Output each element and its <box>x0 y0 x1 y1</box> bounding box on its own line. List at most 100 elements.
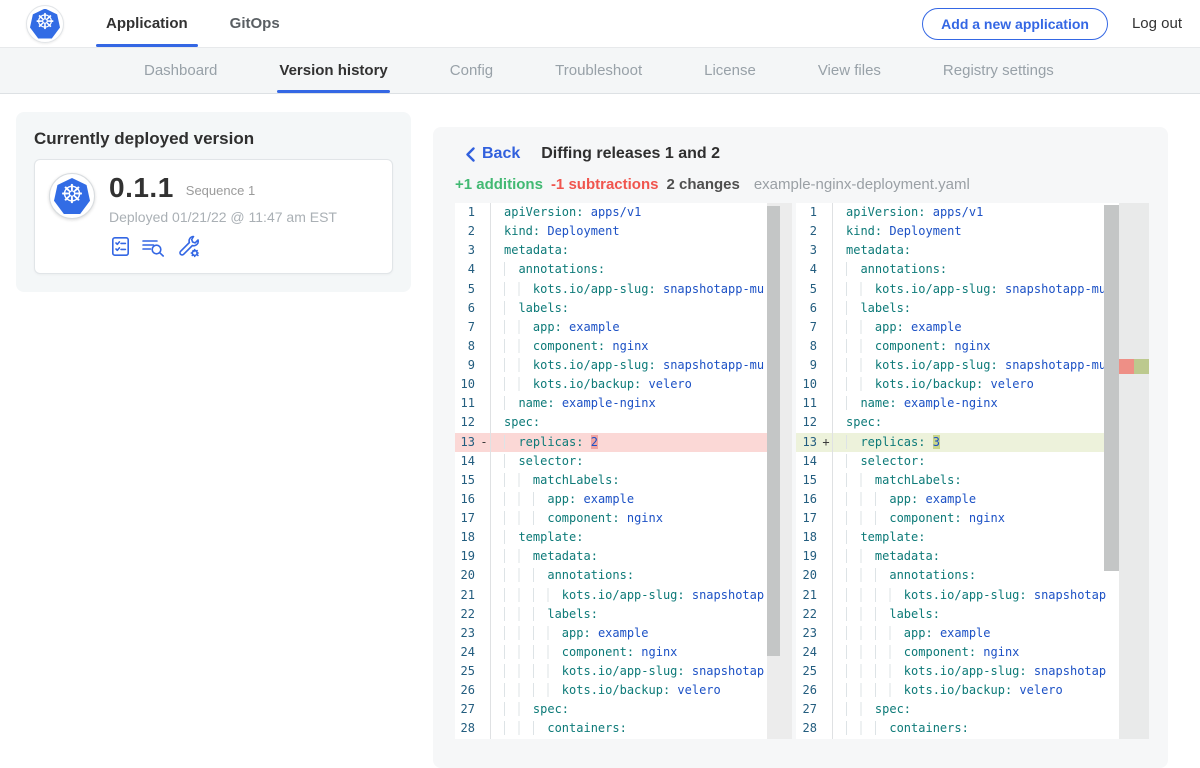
line-number: 10 <box>796 375 820 394</box>
code-line: 10 kots.io/backup: velero <box>455 375 792 394</box>
diff-line-marker <box>820 566 832 585</box>
app-logo-badge: ☸ <box>26 5 64 43</box>
line-number: 21 <box>796 586 820 605</box>
scrollbar-thumb[interactable] <box>1104 205 1119 571</box>
diff-line-marker <box>820 681 832 700</box>
diff-body: 1apiVersion: apps/v12kind: Deployment3me… <box>455 203 1149 739</box>
line-number: 24 <box>455 643 478 662</box>
additions-count: +1 additions <box>455 176 543 193</box>
diff-line-marker <box>820 700 832 719</box>
code-line: 22 labels: <box>455 605 792 624</box>
deployed-card-title: Currently deployed version <box>34 129 393 149</box>
diff-line-marker <box>478 566 490 585</box>
diff-line-marker <box>820 471 832 490</box>
code-line: 15 matchLabels: <box>455 471 792 490</box>
code-line: 13+ replicas: 3 <box>796 433 1149 452</box>
code-line: 26 kots.io/backup: velero <box>796 681 1149 700</box>
diff-line-marker <box>820 203 832 222</box>
diff-line-marker <box>820 490 832 509</box>
code-line: 1apiVersion: apps/v1 <box>455 203 792 222</box>
code-line: 5 kots.io/app-slug: snapshotapp-mu <box>455 280 792 299</box>
topnav-tabs: Application GitOps <box>96 0 312 47</box>
diff-title: Diffing releases 1 and 2 <box>541 145 720 163</box>
code-line: 24 component: nginx <box>455 643 792 662</box>
diff-pane-left: 1apiVersion: apps/v12kind: Deployment3me… <box>455 203 792 739</box>
subnav-item-version-history[interactable]: Version history <box>277 48 389 93</box>
code-line: 13- replicas: 2 <box>455 433 792 452</box>
code-line: 12spec: <box>455 413 792 432</box>
diff-line-marker <box>478 452 490 471</box>
subnav-item-config[interactable]: Config <box>448 48 495 93</box>
line-number: 7 <box>455 318 478 337</box>
diff-line-marker <box>820 662 832 681</box>
line-number: 26 <box>796 681 820 700</box>
release-notes-search-icon[interactable] <box>141 235 167 258</box>
subnav-item-dashboard[interactable]: Dashboard <box>142 48 219 93</box>
version-action-icons <box>109 234 337 259</box>
subnav-item-registry-settings[interactable]: Registry settings <box>941 48 1056 93</box>
add-application-button[interactable]: Add a new application <box>922 8 1108 40</box>
diff-line-marker <box>478 241 490 260</box>
diff-card: Back Diffing releases 1 and 2 +1 additio… <box>433 127 1168 768</box>
diff-line-marker <box>820 452 832 471</box>
diff-line-marker <box>820 605 832 624</box>
code-line: 2kind: Deployment <box>796 222 1149 241</box>
diff-line-marker <box>478 318 490 337</box>
checklist-icon[interactable] <box>109 235 132 258</box>
code-line: 7 app: example <box>796 318 1149 337</box>
diff-line-marker <box>820 280 832 299</box>
topnav-right: Add a new application Log out <box>922 8 1200 40</box>
scrollbar-thumb[interactable] <box>767 206 780 656</box>
diff-line-marker <box>820 299 832 318</box>
diff-line-marker <box>478 547 490 566</box>
config-tools-icon[interactable] <box>176 234 201 259</box>
diff-pane-right: 1apiVersion: apps/v12kind: Deployment3me… <box>796 203 1149 739</box>
back-link[interactable]: Back <box>466 145 520 163</box>
code-line: 28 containers: <box>455 719 792 738</box>
diff-line-marker <box>478 586 490 605</box>
code-line: 3metadata: <box>455 241 792 260</box>
code-line: 21 kots.io/app-slug: snapshotap <box>455 586 792 605</box>
line-number: 18 <box>796 528 820 547</box>
line-number: 28 <box>796 719 820 738</box>
code-line: 14 selector: <box>796 452 1149 471</box>
kubernetes-logo-icon: ☸ <box>54 178 90 214</box>
topnav-tab-application[interactable]: Application <box>96 0 198 47</box>
diff-line-marker <box>820 337 832 356</box>
diff-line-marker <box>478 509 490 528</box>
code-line: 20 annotations: <box>796 566 1149 585</box>
line-number: 14 <box>796 452 820 471</box>
line-number: 5 <box>796 280 820 299</box>
code-line: 8 component: nginx <box>455 337 792 356</box>
code-line: 11 name: example-nginx <box>796 394 1149 413</box>
code-lines-right: 1apiVersion: apps/v12kind: Deployment3me… <box>796 203 1149 739</box>
line-number: 20 <box>455 566 478 585</box>
diff-line-marker <box>820 222 832 241</box>
line-number: 23 <box>455 624 478 643</box>
logout-button[interactable]: Log out <box>1132 15 1182 32</box>
subnav-item-view-files[interactable]: View files <box>816 48 883 93</box>
subnav-item-troubleshoot[interactable]: Troubleshoot <box>553 48 644 93</box>
code-line: 2kind: Deployment <box>455 222 792 241</box>
code-line: 4 annotations: <box>455 260 792 279</box>
line-number: 27 <box>455 700 478 719</box>
overview-ruler[interactable] <box>1119 203 1149 739</box>
line-number: 12 <box>796 413 820 432</box>
line-number: 16 <box>796 490 820 509</box>
line-number: 19 <box>455 547 478 566</box>
code-line: 14 selector: <box>455 452 792 471</box>
line-number: 19 <box>796 547 820 566</box>
diff-line-marker <box>820 241 832 260</box>
line-number: 8 <box>455 337 478 356</box>
back-label: Back <box>482 145 520 163</box>
app-version-logo: ☸ <box>49 173 95 219</box>
line-number: 14 <box>455 452 478 471</box>
diff-line-marker <box>478 605 490 624</box>
subnav-item-license[interactable]: License <box>702 48 758 93</box>
subtractions-count: -1 subtractions <box>551 176 659 193</box>
diff-line-marker <box>478 222 490 241</box>
diff-line-marker <box>820 528 832 547</box>
diff-stats: +1 additions -1 subtractions 2 changes e… <box>455 176 1149 193</box>
kubernetes-logo-icon: ☸ <box>30 9 60 39</box>
topnav-tab-gitops[interactable]: GitOps <box>220 0 290 47</box>
